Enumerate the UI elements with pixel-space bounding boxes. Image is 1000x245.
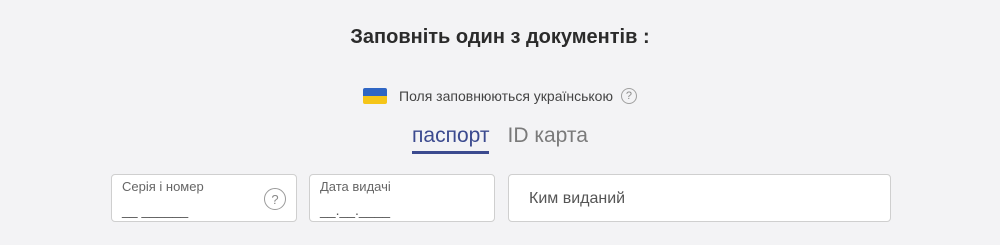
language-note: Поля заповнюються українською ?	[0, 88, 1000, 104]
tab-id-card[interactable]: ID карта	[507, 124, 587, 154]
document-tabs: паспорт ID карта	[0, 124, 1000, 154]
issue-date-field[interactable]: Дата видачі __.__.____	[309, 174, 495, 222]
help-icon[interactable]: ?	[620, 88, 637, 104]
issue-date-label: Дата видачі	[320, 179, 391, 194]
language-note-text: Поля заповнюються українською	[399, 88, 613, 104]
help-icon[interactable]: ?	[264, 188, 286, 210]
ukraine-flag-icon	[363, 88, 387, 104]
issued-by-field[interactable]: Ким виданий	[508, 174, 891, 222]
tab-passport[interactable]: паспорт	[412, 124, 490, 154]
issued-by-placeholder: Ким виданий	[529, 190, 626, 207]
series-number-label: Серія і номер	[122, 179, 204, 194]
series-number-field[interactable]: Серія і номер __ ______ ?	[111, 174, 297, 222]
series-number-mask: __ ______	[122, 202, 189, 218]
page-title: Заповніть один з документів :	[350, 26, 650, 48]
issue-date-mask: __.__.____	[320, 202, 391, 218]
